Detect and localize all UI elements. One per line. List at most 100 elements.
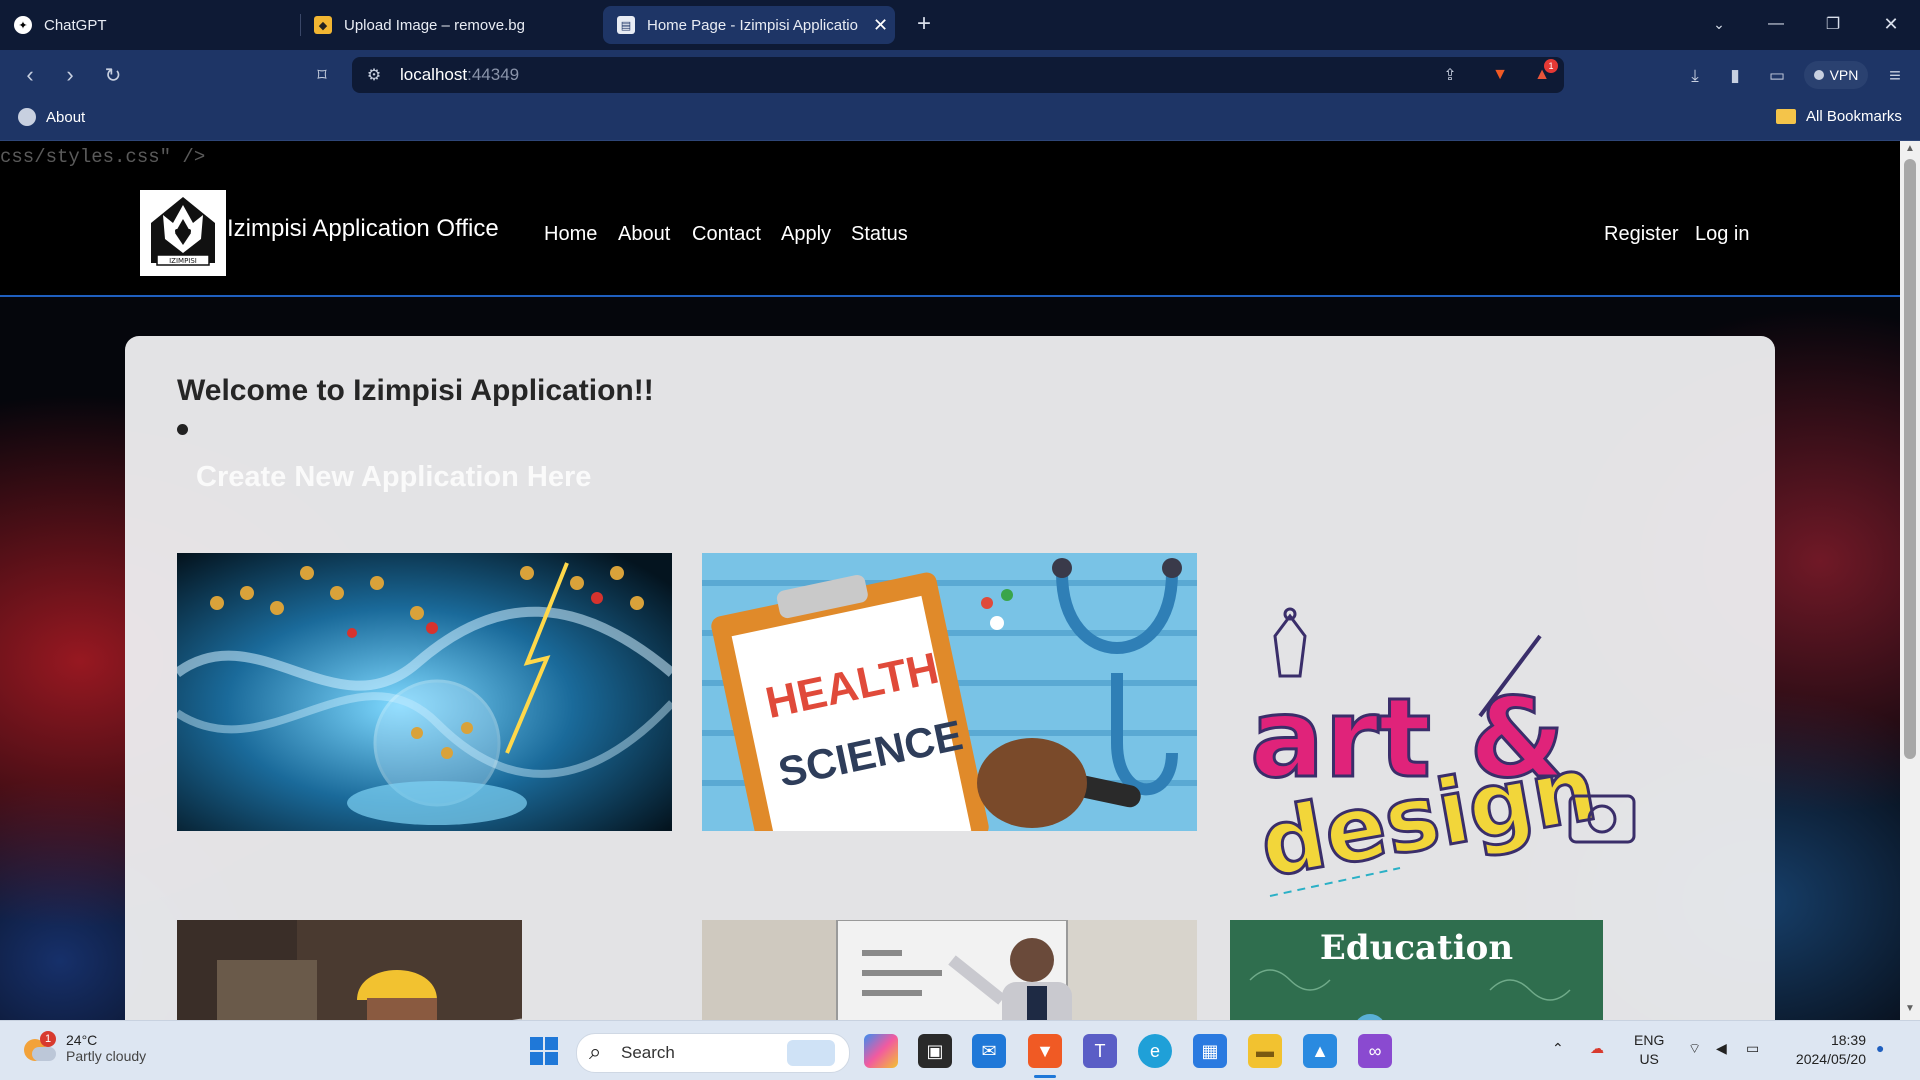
clock-time: 18:39 — [1830, 1032, 1866, 1048]
battery-icon[interactable]: ▭ — [1746, 1039, 1759, 1058]
photos-icon[interactable]: ▲ — [1303, 1034, 1337, 1068]
source-leak-text: css/styles.css" /> — [0, 146, 206, 168]
restore-button[interactable]: ❐ — [1810, 8, 1856, 40]
tab-removebg[interactable]: ◆ Upload Image – remove.bg — [300, 6, 600, 44]
page-icon: ▤ — [617, 16, 635, 34]
vpn-button[interactable]: VPN — [1804, 61, 1868, 89]
tab-home-page[interactable]: ▤ Home Page - Izimpisi Applicatio ✕ — [603, 6, 895, 44]
scroll-up-icon[interactable]: ▲ — [1900, 143, 1920, 159]
site-navbar: css/styles.css" /> IZIMPISI Izimpisi App… — [0, 141, 1900, 297]
close-icon[interactable]: ✕ — [873, 15, 888, 36]
edge-icon[interactable]: e — [1138, 1034, 1172, 1068]
browser-tab-strip: ✦ ChatGPT ◆ Upload Image – remove.bg ▤ H… — [0, 0, 1920, 50]
search-icon: ⌕ — [589, 1039, 602, 1064]
mail-icon[interactable]: ✉ — [972, 1034, 1006, 1068]
bookmark-about[interactable]: About — [18, 108, 85, 126]
tile-science[interactable] — [177, 553, 672, 831]
menu-icon[interactable]: ≡ — [1882, 63, 1908, 89]
globe-icon — [18, 108, 36, 126]
education-label: Education — [1319, 928, 1514, 968]
windows-icon — [530, 1037, 558, 1065]
engineering-image — [177, 920, 522, 1020]
forward-button[interactable]: › — [54, 59, 86, 91]
bookmark-label: About — [46, 108, 86, 126]
start-button[interactable] — [527, 1034, 561, 1068]
business-image — [702, 920, 1197, 1020]
visual-studio-icon[interactable]: ∞ — [1358, 1034, 1392, 1068]
folder-icon — [1776, 109, 1796, 124]
nav-about[interactable]: About — [618, 223, 670, 246]
tab-title: Upload Image – remove.bg — [344, 16, 525, 34]
welcome-card: Welcome to Izimpisi Application!! Create… — [125, 336, 1775, 1020]
language-indicator[interactable]: ENG US — [1634, 1031, 1664, 1069]
notifications-bell-icon[interactable]: ● — [1876, 1039, 1884, 1058]
tab-title: ChatGPT — [44, 16, 107, 34]
scrollbar-thumb[interactable] — [1904, 159, 1916, 759]
file-explorer-icon[interactable]: ▬ — [1248, 1034, 1282, 1068]
close-window-button[interactable]: ✕ — [1868, 8, 1914, 40]
sidebar-icon[interactable]: ▮ — [1722, 63, 1748, 89]
list-bullet — [177, 424, 188, 435]
lang-line1: ENG — [1634, 1032, 1665, 1048]
nav-contact[interactable]: Contact — [692, 223, 761, 246]
lang-line2: US — [1639, 1051, 1659, 1067]
windows-taskbar: 1 24°C Partly cloudy ⌕ Search ▣ ✉ ▼ T e … — [0, 1020, 1920, 1080]
tab-title: Home Page - Izimpisi Applicatio — [647, 16, 858, 34]
volume-icon[interactable]: ◀ — [1716, 1039, 1727, 1058]
weather-icon: 1 — [22, 1031, 56, 1065]
tile-engineering[interactable] — [177, 920, 522, 1020]
wallet-icon[interactable]: ▭ — [1764, 63, 1790, 89]
active-app-indicator — [1034, 1075, 1056, 1078]
store-icon[interactable]: ▦ — [1193, 1034, 1227, 1068]
wolf-logo[interactable]: IZIMPISI — [140, 190, 226, 276]
reload-button[interactable]: ↻ — [97, 59, 129, 91]
bookmark-label: All Bookmarks — [1806, 108, 1902, 125]
page-scrollbar[interactable]: ▲ ▼ — [1900, 141, 1920, 1020]
new-tab-button[interactable]: + — [901, 8, 947, 40]
nav-apply[interactable]: Apply — [781, 223, 831, 246]
nav-home[interactable]: Home — [544, 223, 597, 246]
tile-business[interactable] — [702, 920, 1197, 1020]
share-icon[interactable]: ⇪ — [1438, 63, 1462, 87]
site-settings-icon[interactable]: ⚙ — [362, 63, 386, 87]
bookmarks-bar: About All Bookmarks — [0, 100, 1920, 141]
tile-education[interactable]: Education — [1230, 920, 1603, 1020]
vpn-status-icon — [1813, 70, 1824, 80]
search-highlight-icon — [787, 1040, 835, 1066]
brand-link[interactable]: Izimpisi Application Office — [227, 215, 499, 243]
tab-search-chevron-icon[interactable]: ⌄ — [1696, 8, 1742, 40]
onedrive-icon[interactable]: ☁ — [1590, 1039, 1604, 1058]
weather-badge: 1 — [40, 1031, 56, 1047]
copilot-icon[interactable] — [864, 1034, 898, 1068]
show-hidden-icons[interactable]: ⌃ — [1552, 1039, 1564, 1058]
tab-chatgpt[interactable]: ✦ ChatGPT — [0, 6, 296, 44]
minimize-button[interactable]: — — [1753, 8, 1799, 40]
nav-status[interactable]: Status — [851, 223, 908, 246]
register-link[interactable]: Register — [1604, 223, 1678, 246]
tile-art-design[interactable]: art & design — [1230, 606, 1650, 906]
create-application-link[interactable]: Create New Application Here — [196, 461, 591, 494]
downloads-icon[interactable]: ⤓ — [1682, 63, 1708, 89]
weather-desc: Partly cloudy — [66, 1048, 147, 1064]
taskbar-search[interactable]: ⌕ Search — [576, 1033, 850, 1073]
clock[interactable]: 18:39 2024/05/20 — [1786, 1031, 1866, 1069]
brave-shields-icon[interactable]: ▼ — [1488, 63, 1512, 87]
teams-icon[interactable]: T — [1083, 1034, 1117, 1068]
all-bookmarks[interactable]: All Bookmarks — [1776, 108, 1902, 125]
address-bar[interactable]: ⚙ localhost:44349 ⇪ ▼ ▲ 1 — [352, 57, 1564, 93]
browser-toolbar: ‹ › ↻ ⌑ ⚙ localhost:44349 ⇪ ▼ ▲ 1 ⤓ ▮ ▭ … — [0, 50, 1920, 100]
page-viewport: css/styles.css" /> IZIMPISI Izimpisi App… — [0, 141, 1900, 1020]
back-button[interactable]: ‹ — [14, 59, 46, 91]
tile-health-science[interactable]: HEALTH SCIENCE — [702, 553, 1197, 831]
scroll-down-icon[interactable]: ▼ — [1900, 1003, 1920, 1019]
notification-badge: 1 — [1544, 59, 1558, 73]
removebg-icon: ◆ — [314, 16, 332, 34]
bookmark-icon[interactable]: ⌑ — [306, 59, 338, 91]
url-text: localhost:44349 — [400, 65, 519, 85]
login-link[interactable]: Log in — [1695, 223, 1750, 246]
chatgpt-icon: ✦ — [14, 16, 32, 34]
weather-widget[interactable]: 1 24°C Partly cloudy — [22, 1031, 146, 1065]
task-view-icon[interactable]: ▣ — [918, 1034, 952, 1068]
wifi-icon[interactable]: ⌔ — [1688, 1039, 1701, 1058]
brave-browser-icon[interactable]: ▼ — [1028, 1034, 1062, 1068]
